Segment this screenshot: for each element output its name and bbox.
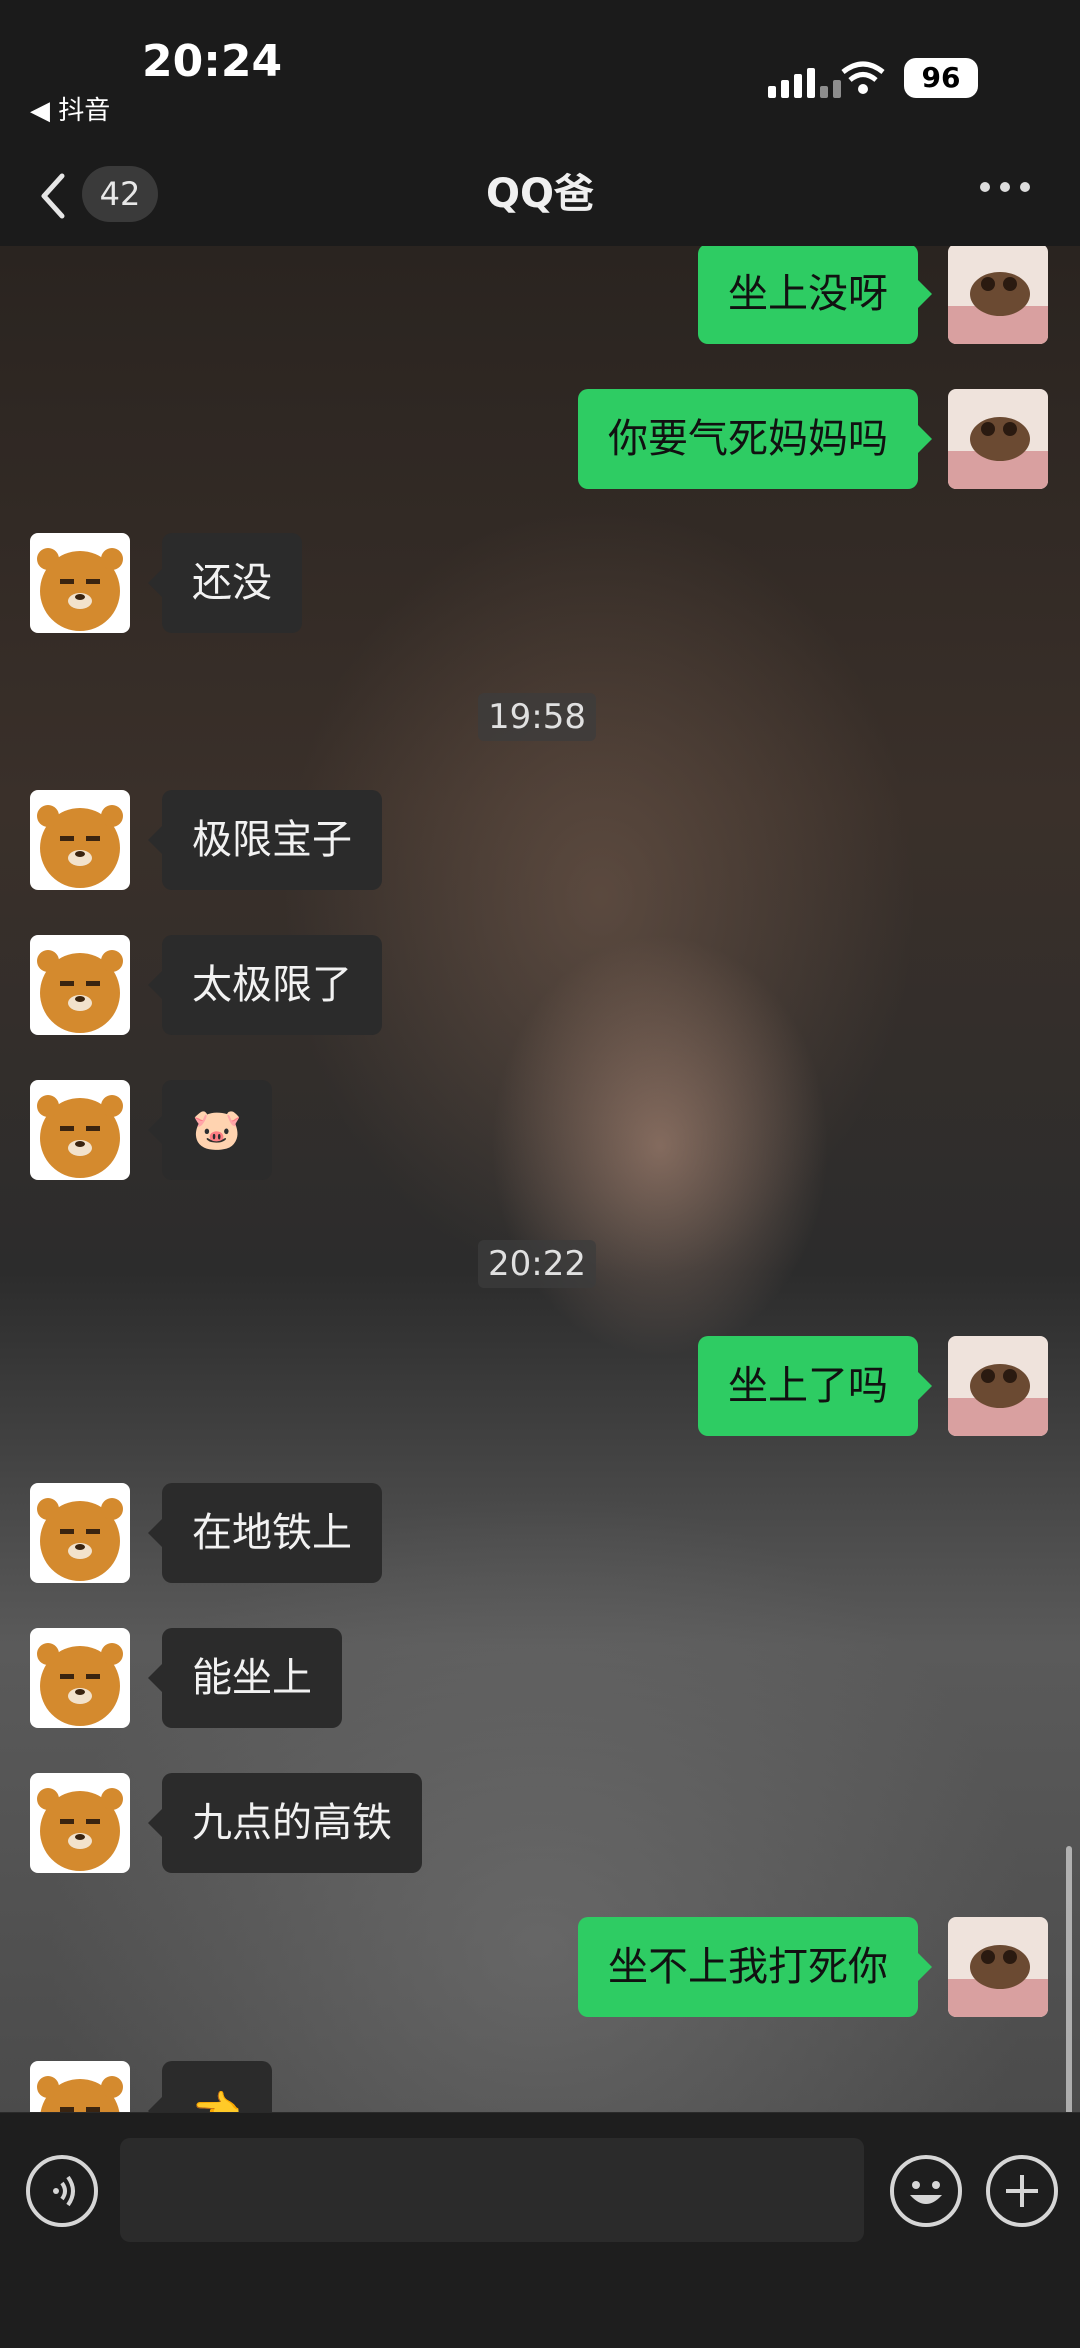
avatar-contact[interactable] <box>30 790 130 890</box>
back-to-app-link[interactable]: ◀ 抖音 <box>30 90 110 127</box>
timestamp: 19:58 <box>478 693 596 741</box>
message-bubble-sent[interactable]: 坐不上我打死你 <box>578 1917 932 2017</box>
message-bubble-sent[interactable]: 坐上没呀 <box>698 246 932 344</box>
message-bubble-received[interactable]: 🐷 <box>148 1080 272 1180</box>
avatar-contact[interactable] <box>30 533 130 633</box>
avatar-self[interactable] <box>948 1336 1048 1436</box>
status-time: 20:24 <box>142 36 283 87</box>
status-bar: 20:24 ◀ 抖音 96 <box>0 0 1080 150</box>
avatar-contact[interactable] <box>30 1773 130 1873</box>
avatar-contact[interactable] <box>30 1080 130 1180</box>
message-input[interactable] <box>120 2138 864 2242</box>
avatar-contact[interactable] <box>30 1483 130 1583</box>
message-bubble-received[interactable]: 👈 <box>148 2061 272 2112</box>
message-bubble-received[interactable]: 极限宝子 <box>148 790 382 890</box>
avatar-self[interactable] <box>948 389 1048 489</box>
message-bubble-received[interactable]: 太极限了 <box>148 935 382 1035</box>
signal-icon <box>768 62 841 98</box>
message-bubble-received[interactable]: 九点的高铁 <box>148 1773 422 1873</box>
emoji-icon[interactable] <box>890 2155 962 2227</box>
avatar-self[interactable] <box>948 246 1048 344</box>
avatar-contact[interactable] <box>30 2061 130 2112</box>
message-bubble-received[interactable]: 能坐上 <box>148 1628 342 1728</box>
timestamp: 20:22 <box>478 1240 596 1288</box>
scrollbar[interactable] <box>1066 1846 1072 2112</box>
more-dots-icon[interactable] <box>980 182 1030 192</box>
message-bubble-received[interactable]: 还没 <box>148 533 302 633</box>
voice-icon[interactable] <box>26 2155 98 2227</box>
chat-title: QQ爸 <box>485 171 594 217</box>
wifi-icon <box>841 61 885 94</box>
message-bubble-sent[interactable]: 你要气死妈妈吗 <box>578 389 932 489</box>
avatar-self[interactable] <box>948 1917 1048 2017</box>
avatar-contact[interactable] <box>30 1628 130 1728</box>
chat-area[interactable]: 坐上没呀 你要气死妈妈吗 还没 19:58 极限宝子 太极限了 🐷 20:22 … <box>0 246 1080 2112</box>
message-bubble-sent[interactable]: 坐上了吗 <box>698 1336 932 1436</box>
battery-indicator: 96 <box>904 58 978 98</box>
plus-icon[interactable] <box>986 2155 1058 2227</box>
avatar-contact[interactable] <box>30 935 130 1035</box>
message-bubble-received[interactable]: 在地铁上 <box>148 1483 382 1583</box>
